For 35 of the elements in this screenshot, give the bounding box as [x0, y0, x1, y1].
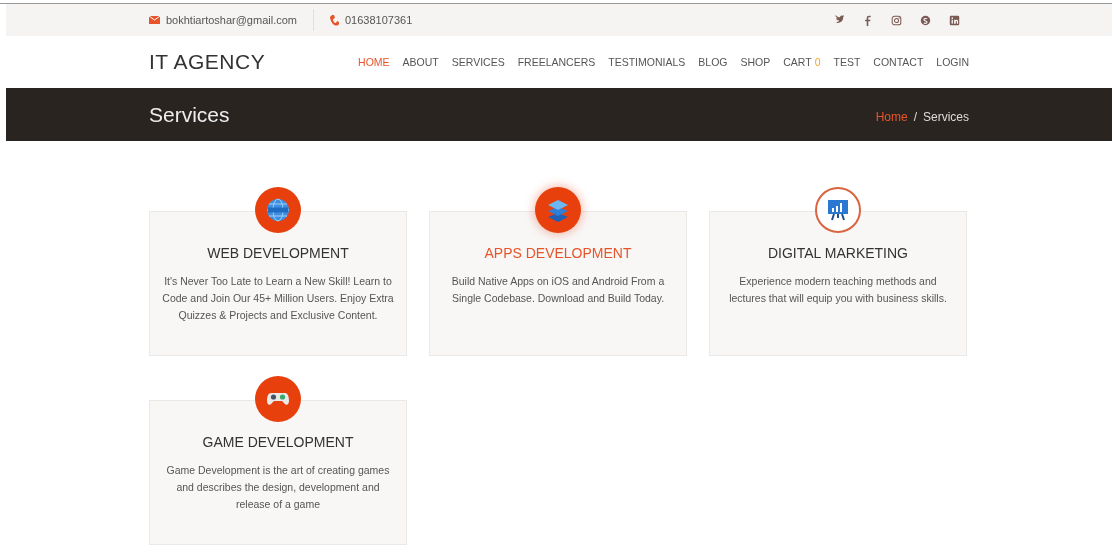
nav-link[interactable]: FREELANCERS: [517, 56, 596, 68]
service-title[interactable]: DIGITAL MARKETING: [722, 245, 954, 261]
breadcrumb-current: Services: [923, 109, 969, 124]
nav-link[interactable]: CONTACT: [873, 56, 924, 68]
service-description: Build Native Apps on iOS and Android From a Single Codebase. Download and Build Today.: [450, 274, 666, 306]
service-description: Experience modern teaching methods and lectures that will equip you with business skills.: [728, 274, 948, 306]
service-description: It's Never Too Late to Learn a New Skill! Learn to Code and Join Our 45+ Million Users. Enjoy Extra Quizzes & Projects and Exclusive Content.: [162, 274, 394, 323]
nav-link[interactable]: SHOP: [740, 56, 771, 68]
email-address: bokhtiartoshar@gmail.com: [166, 14, 297, 26]
presentation-board-icon: [826, 198, 850, 222]
envelope-icon: [149, 16, 160, 24]
nav-link[interactable]: BLOG: [698, 56, 728, 68]
service-description: Game Development is the art of creating games and describes the design, development and release of a game: [165, 463, 391, 512]
breadcrumb-separator: /: [913, 109, 917, 124]
nav-link[interactable]: TEST: [833, 56, 861, 68]
instagram-icon[interactable]: [891, 14, 902, 26]
globe-icon: [266, 198, 290, 222]
page-title: Services: [149, 102, 230, 127]
phone-icon: [330, 14, 339, 26]
nav-link[interactable]: CART 0: [783, 56, 821, 68]
skype-icon[interactable]: [920, 14, 931, 26]
nav-link[interactable]: ABOUT: [402, 56, 439, 68]
service-title[interactable]: GAME DEVELOPMENT: [162, 434, 394, 450]
linkedin-icon[interactable]: [949, 14, 960, 26]
nav-link[interactable]: SERVICES: [451, 56, 505, 68]
breadcrumb-link[interactable]: Home: [875, 109, 908, 124]
twitter-icon[interactable]: [833, 14, 844, 26]
layers-icon: [546, 198, 570, 222]
service-title[interactable]: WEB DEVELOPMENT: [162, 245, 394, 261]
site-logo[interactable]: IT AGENCY: [149, 50, 266, 74]
phone-number: 01638107361: [345, 14, 413, 26]
facebook-icon[interactable]: [862, 14, 873, 26]
nav-link[interactable]: HOME: [358, 56, 390, 68]
nav-link[interactable]: LOGIN: [936, 56, 969, 68]
nav-link[interactable]: TESTIMONIALS: [608, 56, 686, 68]
